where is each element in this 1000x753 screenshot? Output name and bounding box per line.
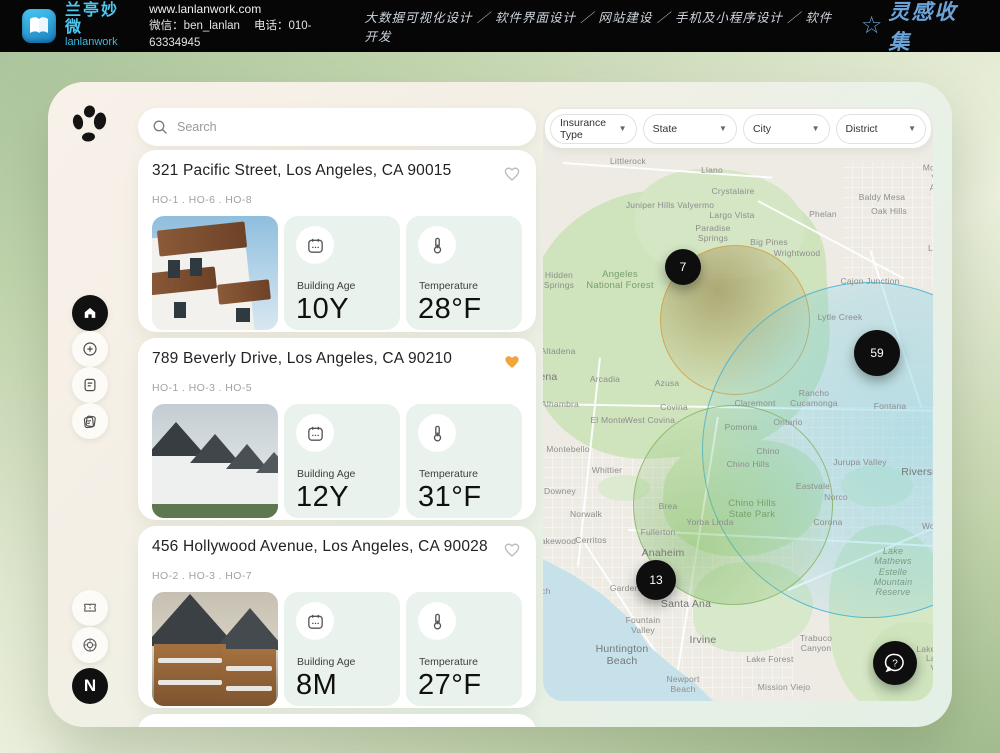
map-filter-bar: Insurance Type▼ State▼ City▼ District▼ xyxy=(545,109,931,148)
policy-codes: HO-1 . HO-6 . HO-8 xyxy=(152,194,522,206)
copy-cards-icon xyxy=(81,412,99,430)
property-photo xyxy=(152,592,278,706)
nav-tickets-button[interactable] xyxy=(72,590,108,626)
policy-codes: HO-1 . HO-3 . HO-5 xyxy=(152,382,522,394)
map-canvas[interactable]: LittlerockLlanoCrystalaireJuniper Hills … xyxy=(543,107,933,701)
filter-label: City xyxy=(753,123,771,135)
building-age-tile: Building Age 8M xyxy=(284,592,400,706)
filter-district[interactable]: District ▼ xyxy=(836,114,926,144)
filter-label: District xyxy=(846,123,878,135)
nav-documents-button[interactable] xyxy=(72,403,108,439)
building-age-value: 10Y xyxy=(296,293,349,326)
brand: 兰亭妙微 lanlanwork xyxy=(65,3,133,48)
nav-support-button[interactable] xyxy=(72,627,108,663)
temperature-value: 28°F xyxy=(418,293,482,326)
app-logo xyxy=(73,106,107,143)
help-button[interactable]: ? xyxy=(873,641,917,685)
chevron-down-icon: ▼ xyxy=(611,124,627,133)
thermometer-icon xyxy=(428,612,447,631)
lanlanwork-logo-icon xyxy=(22,9,56,43)
app-panel: N 321 Pacific Street, Los Angeles, CA 90… xyxy=(48,82,952,727)
plus-circle-icon xyxy=(81,340,99,358)
nav-add-button[interactable] xyxy=(72,331,108,367)
property-address: 321 Pacific Street, Los Angeles, CA 9001… xyxy=(152,162,451,180)
building-age-label: Building Age xyxy=(297,656,355,668)
filter-city[interactable]: City ▼ xyxy=(743,114,830,144)
services-list: 大数据可视化设计 ／ 软件界面设计 ／ 网站建设 ／ 手机及小程序设计 ／ 软件… xyxy=(365,7,833,45)
collection-label: 灵感收集 xyxy=(888,0,974,56)
book-icon xyxy=(27,15,51,37)
property-card[interactable]: 321 Pacific Street, Los Angeles, CA 9001… xyxy=(138,150,536,332)
ticket-icon xyxy=(81,599,99,617)
help-chat-icon: ? xyxy=(882,650,908,676)
property-card[interactable]: 123 Sunset Boulevard, Los Angeles, CA 90… xyxy=(138,714,536,727)
chevron-down-icon: ▼ xyxy=(804,124,820,133)
map-cluster-marker[interactable]: 13 xyxy=(636,560,676,600)
lifebuoy-icon xyxy=(81,636,99,654)
property-photo xyxy=(152,216,278,330)
search-input[interactable] xyxy=(177,120,497,134)
inspiration-collection-logo: ☆ 灵感收集 xyxy=(861,0,974,56)
page: 兰亭妙微 lanlanwork www.lanlanwork.com 微信：be… xyxy=(0,0,1000,753)
search-icon xyxy=(152,119,169,136)
thermometer-icon xyxy=(428,236,447,255)
filter-label: State xyxy=(653,123,678,135)
chevron-down-icon: ▼ xyxy=(711,124,727,133)
temperature-tile: Temperature 31°F xyxy=(406,404,522,518)
temperature-value: 31°F xyxy=(418,481,482,514)
favorite-heart-icon[interactable] xyxy=(502,164,522,187)
filter-insurance-type[interactable]: Insurance Type▼ xyxy=(550,114,637,144)
calendar-icon xyxy=(306,424,325,443)
property-photo xyxy=(152,404,278,518)
chevron-down-icon: ▼ xyxy=(900,124,916,133)
property-address: 123 Sunset Boulevard, Los Angeles, CA 90… xyxy=(152,726,465,727)
favorite-heart-icon-filled[interactable] xyxy=(502,352,522,375)
star-icon: ☆ xyxy=(861,14,883,38)
temperature-label: Temperature xyxy=(419,468,478,480)
contact-info: www.lanlanwork.com 微信：ben_lanlan电话：010-6… xyxy=(149,0,364,52)
top-header: 兰亭妙微 lanlanwork www.lanlanwork.com 微信：be… xyxy=(0,0,1000,52)
temperature-value: 27°F xyxy=(418,669,482,702)
filter-label: Insurance Type xyxy=(560,117,611,141)
building-age-label: Building Age xyxy=(297,468,355,480)
map-cluster-marker[interactable]: 7 xyxy=(665,249,701,285)
property-card[interactable]: 789 Beverly Drive, Los Angeles, CA 90210… xyxy=(138,338,536,520)
building-age-value: 12Y xyxy=(296,481,349,514)
clipboard-icon xyxy=(81,376,99,394)
svg-text:?: ? xyxy=(892,659,898,670)
brand-name-zh: 兰亭妙微 xyxy=(65,3,133,37)
map-label: Trabuco Canyon xyxy=(800,634,832,654)
property-address: 456 Hollywood Avenue, Los Angeles, CA 90… xyxy=(152,538,488,556)
property-card[interactable]: 456 Hollywood Avenue, Los Angeles, CA 90… xyxy=(138,526,536,708)
calendar-icon xyxy=(306,236,325,255)
temperature-tile: Temperature 27°F xyxy=(406,592,522,706)
search-bar[interactable] xyxy=(138,108,536,146)
brand-name-en: lanlanwork xyxy=(65,37,133,49)
filter-state[interactable]: State ▼ xyxy=(643,114,737,144)
home-icon xyxy=(81,304,99,322)
sidebar: N xyxy=(48,82,138,727)
thermometer-icon xyxy=(428,424,447,443)
favorite-heart-icon[interactable] xyxy=(502,540,522,563)
nav-home-button[interactable] xyxy=(72,295,108,331)
temperature-label: Temperature xyxy=(419,656,478,668)
wechat-contact: 微信：ben_lanlan xyxy=(149,20,240,32)
map-cluster-marker[interactable]: 59 xyxy=(854,330,900,376)
property-address: 789 Beverly Drive, Los Angeles, CA 90210 xyxy=(152,350,452,368)
building-age-value: 8M xyxy=(296,669,337,702)
building-age-tile: Building Age 12Y xyxy=(284,404,400,518)
map-label: Phelan xyxy=(809,210,837,220)
temperature-tile: Temperature 28°F xyxy=(406,216,522,330)
n-logo-badge[interactable]: N xyxy=(72,668,108,704)
website-url: www.lanlanwork.com xyxy=(149,0,364,18)
policy-codes: HO-2 . HO-3 . HO-7 xyxy=(152,570,522,582)
nav-notes-button[interactable] xyxy=(72,367,108,403)
building-age-tile: Building Age 10Y xyxy=(284,216,400,330)
calendar-icon xyxy=(306,612,325,631)
temperature-label: Temperature xyxy=(419,280,478,292)
building-age-label: Building Age xyxy=(297,280,355,292)
